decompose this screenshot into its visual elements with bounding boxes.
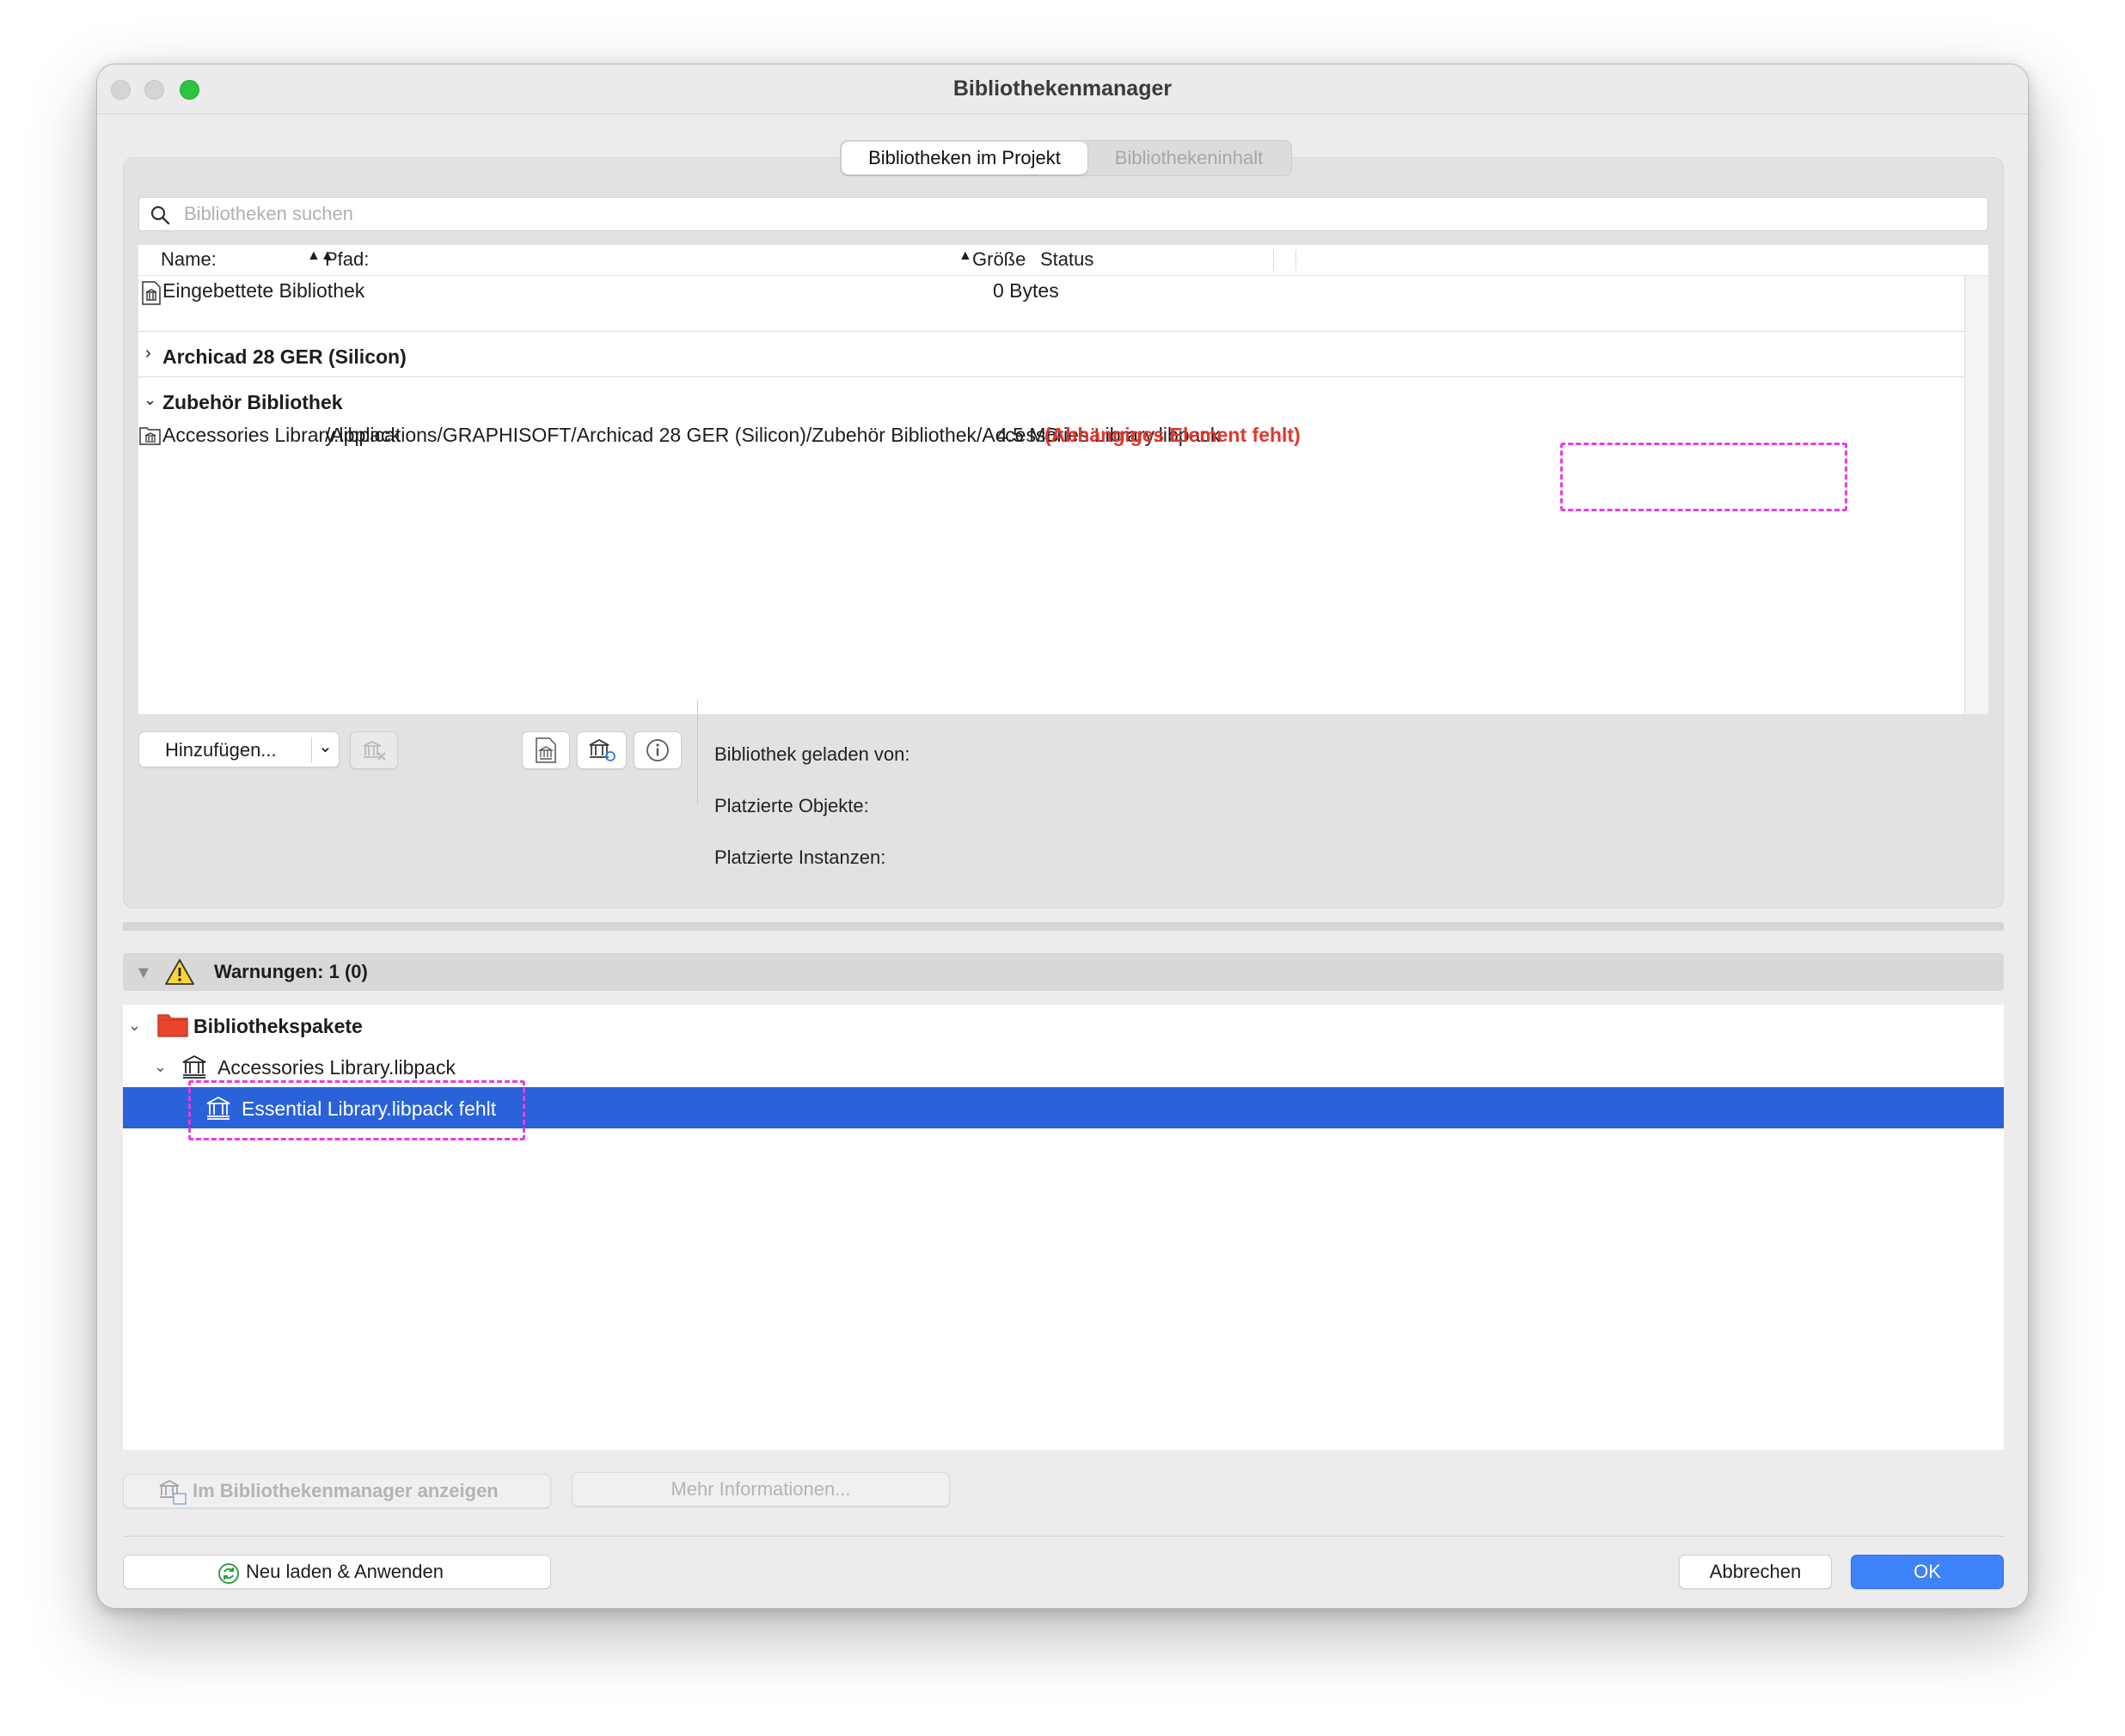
warnings-header[interactable]: ▼ Warnungen: 1 (0) bbox=[123, 953, 2004, 991]
library-manager-icon bbox=[159, 1480, 187, 1505]
column-divider bbox=[1273, 250, 1274, 271]
library-icon bbox=[182, 1054, 206, 1079]
table-header: Name: ▲▲ Pfad: ▲ Größe Status bbox=[138, 245, 1988, 276]
info-placed-objects: Platzierte Objekte: bbox=[714, 795, 869, 816]
ok-button[interactable]: OK bbox=[1851, 1555, 2004, 1589]
reload-apply-button[interactable]: Neu laden & Anwenden bbox=[123, 1555, 551, 1589]
column-divider bbox=[1295, 250, 1296, 271]
libpack-folder-icon bbox=[139, 427, 161, 445]
embedded-library-icon bbox=[142, 281, 161, 305]
show-in-manager-label: Im Bibliothekenmanager anzeigen bbox=[193, 1480, 499, 1501]
column-header-size[interactable]: Größe bbox=[972, 248, 1026, 271]
more-info-button[interactable]: Mehr Informationen... bbox=[572, 1472, 950, 1507]
library-size: 0 Bytes bbox=[993, 279, 1059, 302]
warnings-tree: ⌄ Bibliothekspakete ⌄ Accessories Librar… bbox=[123, 1005, 2004, 1450]
library-info-button[interactable] bbox=[634, 731, 682, 769]
tree-item-label: Accessories Library.libpack bbox=[217, 1056, 456, 1079]
tab-control: Bibliotheken im Projekt Bibliothekeninha… bbox=[840, 140, 1292, 176]
info-icon bbox=[646, 739, 669, 761]
show-in-library-manager-button[interactable]: Im Bibliothekenmanager anzeigen bbox=[123, 1474, 551, 1508]
search-field[interactable] bbox=[138, 197, 1988, 231]
library-group-name: Archicad 28 GER (Silicon) bbox=[162, 345, 407, 368]
info-loaded-by: Bibliothek geladen von: bbox=[714, 743, 910, 765]
chevron-down-icon[interactable]: ⌄ bbox=[154, 1058, 167, 1076]
column-header-status[interactable]: Status bbox=[1040, 248, 1093, 271]
search-icon bbox=[150, 205, 170, 225]
scrollbar[interactable] bbox=[1964, 276, 1988, 714]
reload-apply-label: Neu laden & Anwenden bbox=[246, 1561, 444, 1582]
library-reload-icon bbox=[589, 739, 615, 761]
document-library-icon bbox=[536, 737, 556, 763]
footer-divider bbox=[123, 1536, 2004, 1537]
tab-library-contents[interactable]: Bibliothekeninhalt bbox=[1087, 142, 1290, 174]
window-title: Bibliothekenmanager bbox=[952, 76, 1173, 101]
chevron-down-icon[interactable]: ⌄ bbox=[144, 391, 156, 409]
reload-icon bbox=[218, 1563, 239, 1584]
remove-library-icon bbox=[363, 741, 386, 761]
add-library-button[interactable]: Hinzufügen... ⌄ bbox=[138, 731, 340, 767]
button-divider bbox=[311, 737, 312, 763]
column-header-path[interactable]: Pfad: bbox=[325, 248, 369, 271]
warning-icon bbox=[165, 959, 194, 985]
reload-library-button[interactable] bbox=[577, 731, 627, 769]
library-name: Eingebettete Bibliothek bbox=[162, 279, 365, 302]
title-bar: Bibliothekenmanager bbox=[97, 64, 2028, 114]
chevron-down-icon[interactable]: ⌄ bbox=[318, 736, 333, 757]
library-status: (Abhängiges Element fehlt) bbox=[1044, 424, 1301, 446]
search-input[interactable] bbox=[184, 198, 1972, 230]
tree-item-label: Bibliothekspakete bbox=[193, 1015, 363, 1037]
chevron-down-icon[interactable]: ⌄ bbox=[128, 1017, 141, 1035]
table-row[interactable]: Eingebettete Bibliothek 0 Bytes bbox=[138, 276, 1964, 331]
sort-arrow-icon: ▲ bbox=[958, 248, 972, 263]
library-group-name: Zubehör Bibliothek bbox=[162, 391, 343, 413]
cancel-button[interactable]: Abbrechen bbox=[1679, 1555, 1832, 1589]
embed-library-button[interactable] bbox=[522, 731, 570, 769]
tab-libraries-in-project[interactable]: Bibliotheken im Projekt bbox=[842, 142, 1087, 174]
tree-item-library-packages[interactable]: ⌄ Bibliothekspakete bbox=[123, 1005, 2004, 1046]
chevron-right-icon[interactable]: › bbox=[145, 344, 151, 364]
warnings-title: Warnungen: 1 (0) bbox=[214, 961, 368, 982]
annotation-highlight bbox=[188, 1080, 525, 1140]
disclosure-triangle-icon[interactable]: ▼ bbox=[135, 963, 152, 983]
info-placed-instances: Platzierte Instanzen: bbox=[714, 847, 886, 868]
folder-icon bbox=[157, 1014, 188, 1037]
add-library-label: Hinzufügen... bbox=[165, 739, 277, 761]
library-manager-window: Bibliothekenmanager Bibliotheken im Proj… bbox=[96, 64, 2029, 1609]
column-header-name[interactable]: Name: bbox=[161, 248, 217, 271]
library-group-row[interactable]: ⌄ Zubehör Bibliothek bbox=[138, 377, 1964, 420]
details-divider bbox=[697, 700, 698, 805]
library-group-row[interactable]: › Archicad 28 GER (Silicon) bbox=[138, 332, 1964, 376]
remove-library-button[interactable] bbox=[350, 731, 398, 769]
annotation-highlight bbox=[1560, 443, 1847, 511]
panel-splitter[interactable] bbox=[123, 922, 2004, 931]
